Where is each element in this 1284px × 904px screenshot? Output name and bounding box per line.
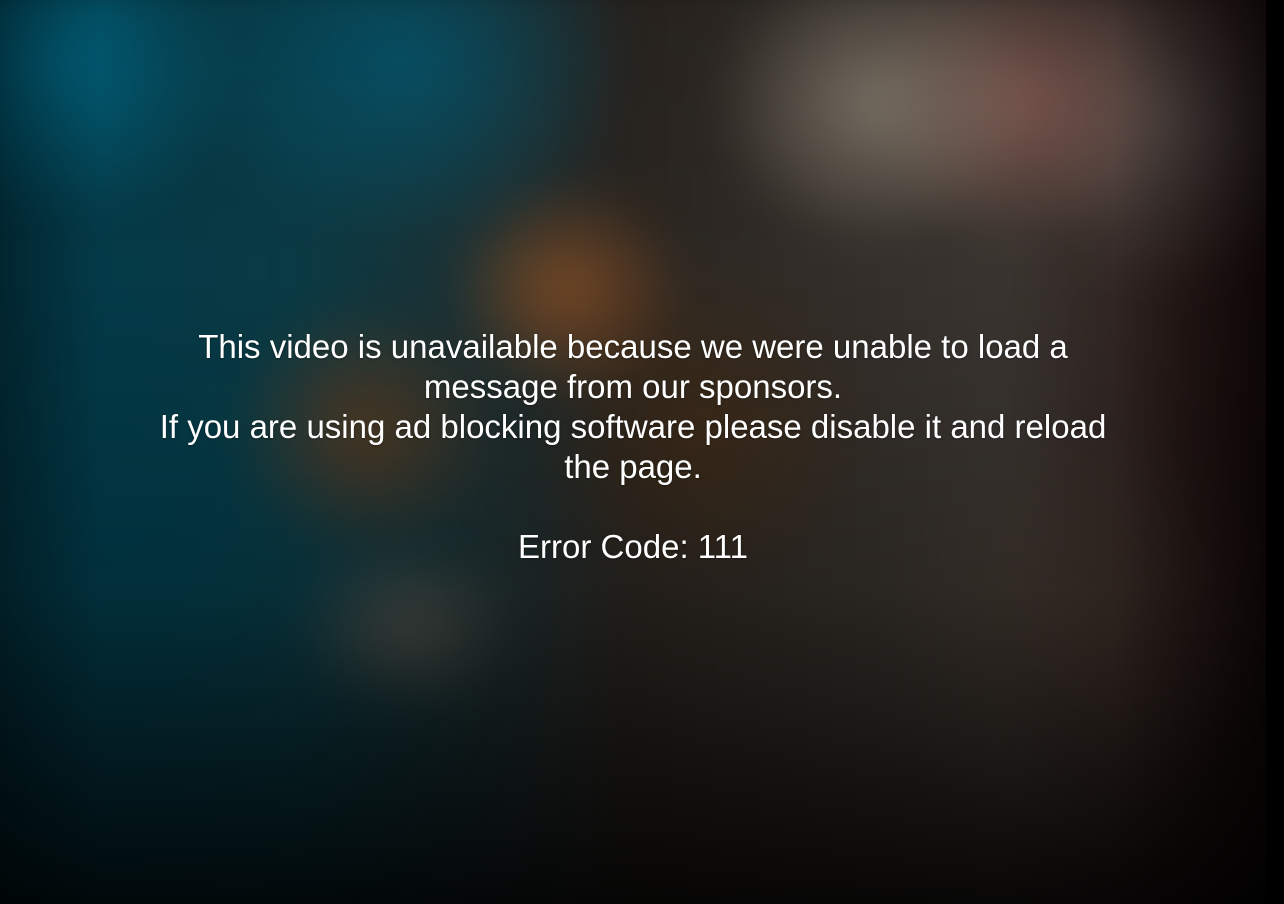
- error-message: This video is unavailable because we wer…: [133, 327, 1133, 567]
- error-overlay: This video is unavailable because we wer…: [0, 0, 1266, 904]
- error-code: Error Code: 111: [518, 528, 748, 565]
- error-text-sponsors: This video is unavailable because we wer…: [198, 328, 1068, 405]
- page-scrollbar[interactable]: [1266, 0, 1284, 904]
- video-player: This video is unavailable because we wer…: [0, 0, 1284, 904]
- error-text-adblock: If you are using ad blocking software pl…: [159, 408, 1107, 485]
